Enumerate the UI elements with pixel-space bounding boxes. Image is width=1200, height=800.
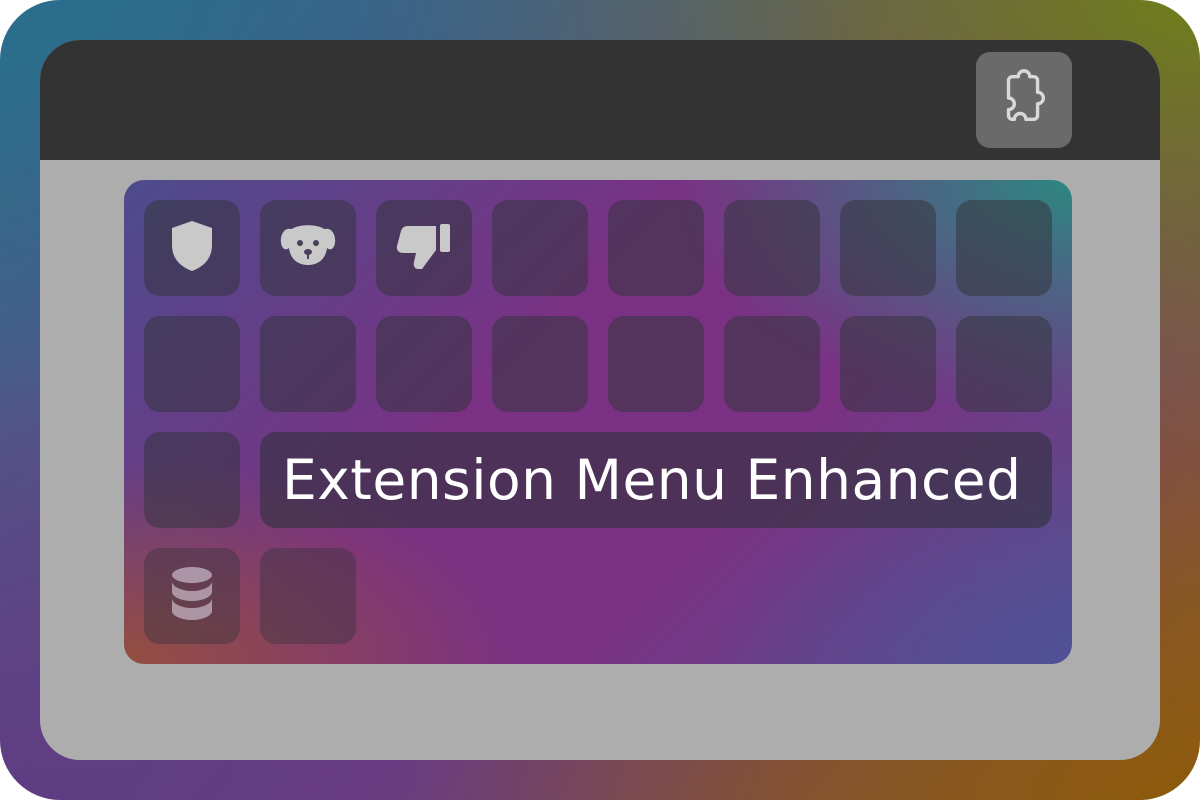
extension-tile-shield[interactable] [144, 200, 240, 296]
extension-tile[interactable] [492, 200, 588, 296]
database-icon [170, 565, 214, 628]
extensions-menu-popup: Extension Menu Enhanced [124, 180, 1072, 664]
extension-tile[interactable] [956, 316, 1052, 412]
extension-tile-dog[interactable] [260, 200, 356, 296]
thumbs-down-icon [394, 220, 454, 277]
extension-tile[interactable] [840, 316, 936, 412]
browser-window: Extension Menu Enhanced [40, 40, 1160, 760]
extension-tile[interactable] [956, 200, 1052, 296]
extension-tile-thumbs-down[interactable] [376, 200, 472, 296]
tooltip-label: Extension Menu Enhanced [282, 448, 1022, 512]
extension-tile[interactable] [144, 432, 240, 528]
browser-toolbar [40, 40, 1160, 160]
extension-tile-database[interactable] [144, 548, 240, 644]
extension-tile[interactable] [724, 316, 820, 412]
extension-tile[interactable] [260, 316, 356, 412]
shield-icon [169, 219, 215, 278]
dog-icon [278, 221, 338, 276]
extension-tile[interactable] [376, 316, 472, 412]
extension-tile[interactable] [724, 200, 820, 296]
extension-tile[interactable] [608, 200, 704, 296]
background-frame: Extension Menu Enhanced [0, 0, 1200, 800]
extension-tile[interactable] [492, 316, 588, 412]
extension-tile[interactable] [144, 316, 240, 412]
extensions-button[interactable] [976, 52, 1072, 148]
extension-tile[interactable] [260, 548, 356, 644]
extension-tooltip: Extension Menu Enhanced [260, 432, 1052, 528]
extension-tile[interactable] [608, 316, 704, 412]
extension-tile[interactable] [840, 200, 936, 296]
puzzle-icon [993, 67, 1055, 134]
